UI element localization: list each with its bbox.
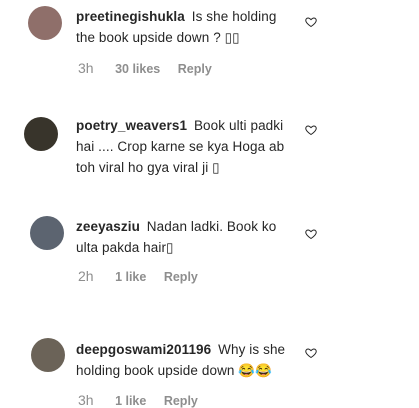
comment-username[interactable]: deepgoswami201196 <box>76 342 211 357</box>
reply-button[interactable]: Reply <box>164 270 198 284</box>
heart-icon[interactable] <box>305 124 317 136</box>
comment-likes[interactable]: 30 likes <box>115 62 160 76</box>
avatar[interactable] <box>28 6 62 40</box>
comment-likes[interactable]: 1 like <box>115 394 146 408</box>
reply-button[interactable]: Reply <box>178 62 212 76</box>
reply-button[interactable]: Reply <box>164 394 198 408</box>
avatar[interactable] <box>30 216 64 250</box>
comment-body: deepgoswami201196 Why is she holding boo… <box>76 339 301 381</box>
avatar[interactable] <box>24 117 58 151</box>
comment-username[interactable]: zeeyasziu <box>76 219 140 234</box>
heart-icon[interactable] <box>305 347 317 359</box>
comment-time: 3h <box>78 392 94 408</box>
comment-username[interactable]: poetry_weavers1 <box>76 118 187 133</box>
comment-likes[interactable]: 1 like <box>115 270 146 284</box>
comment-time: 2h <box>78 268 94 284</box>
comment-body: zeeyasziu Nadan ladki. Book ko ulta pakd… <box>76 216 286 258</box>
heart-icon[interactable] <box>305 228 317 240</box>
comment-body: poetry_weavers1 Book ulti padki hai ....… <box>76 115 296 178</box>
comment-meta: 3h 1 like Reply <box>78 392 198 408</box>
comment-username[interactable]: preetinegishukla <box>76 9 185 24</box>
avatar[interactable] <box>31 338 65 372</box>
comment-time: 3h <box>78 60 94 76</box>
comment-body: preetinegishukla Is she holding the book… <box>76 6 296 48</box>
comment-meta: 3h 30 likes Reply <box>78 60 212 76</box>
heart-icon[interactable] <box>305 16 317 28</box>
comment-meta: 2h 1 like Reply <box>78 268 198 284</box>
